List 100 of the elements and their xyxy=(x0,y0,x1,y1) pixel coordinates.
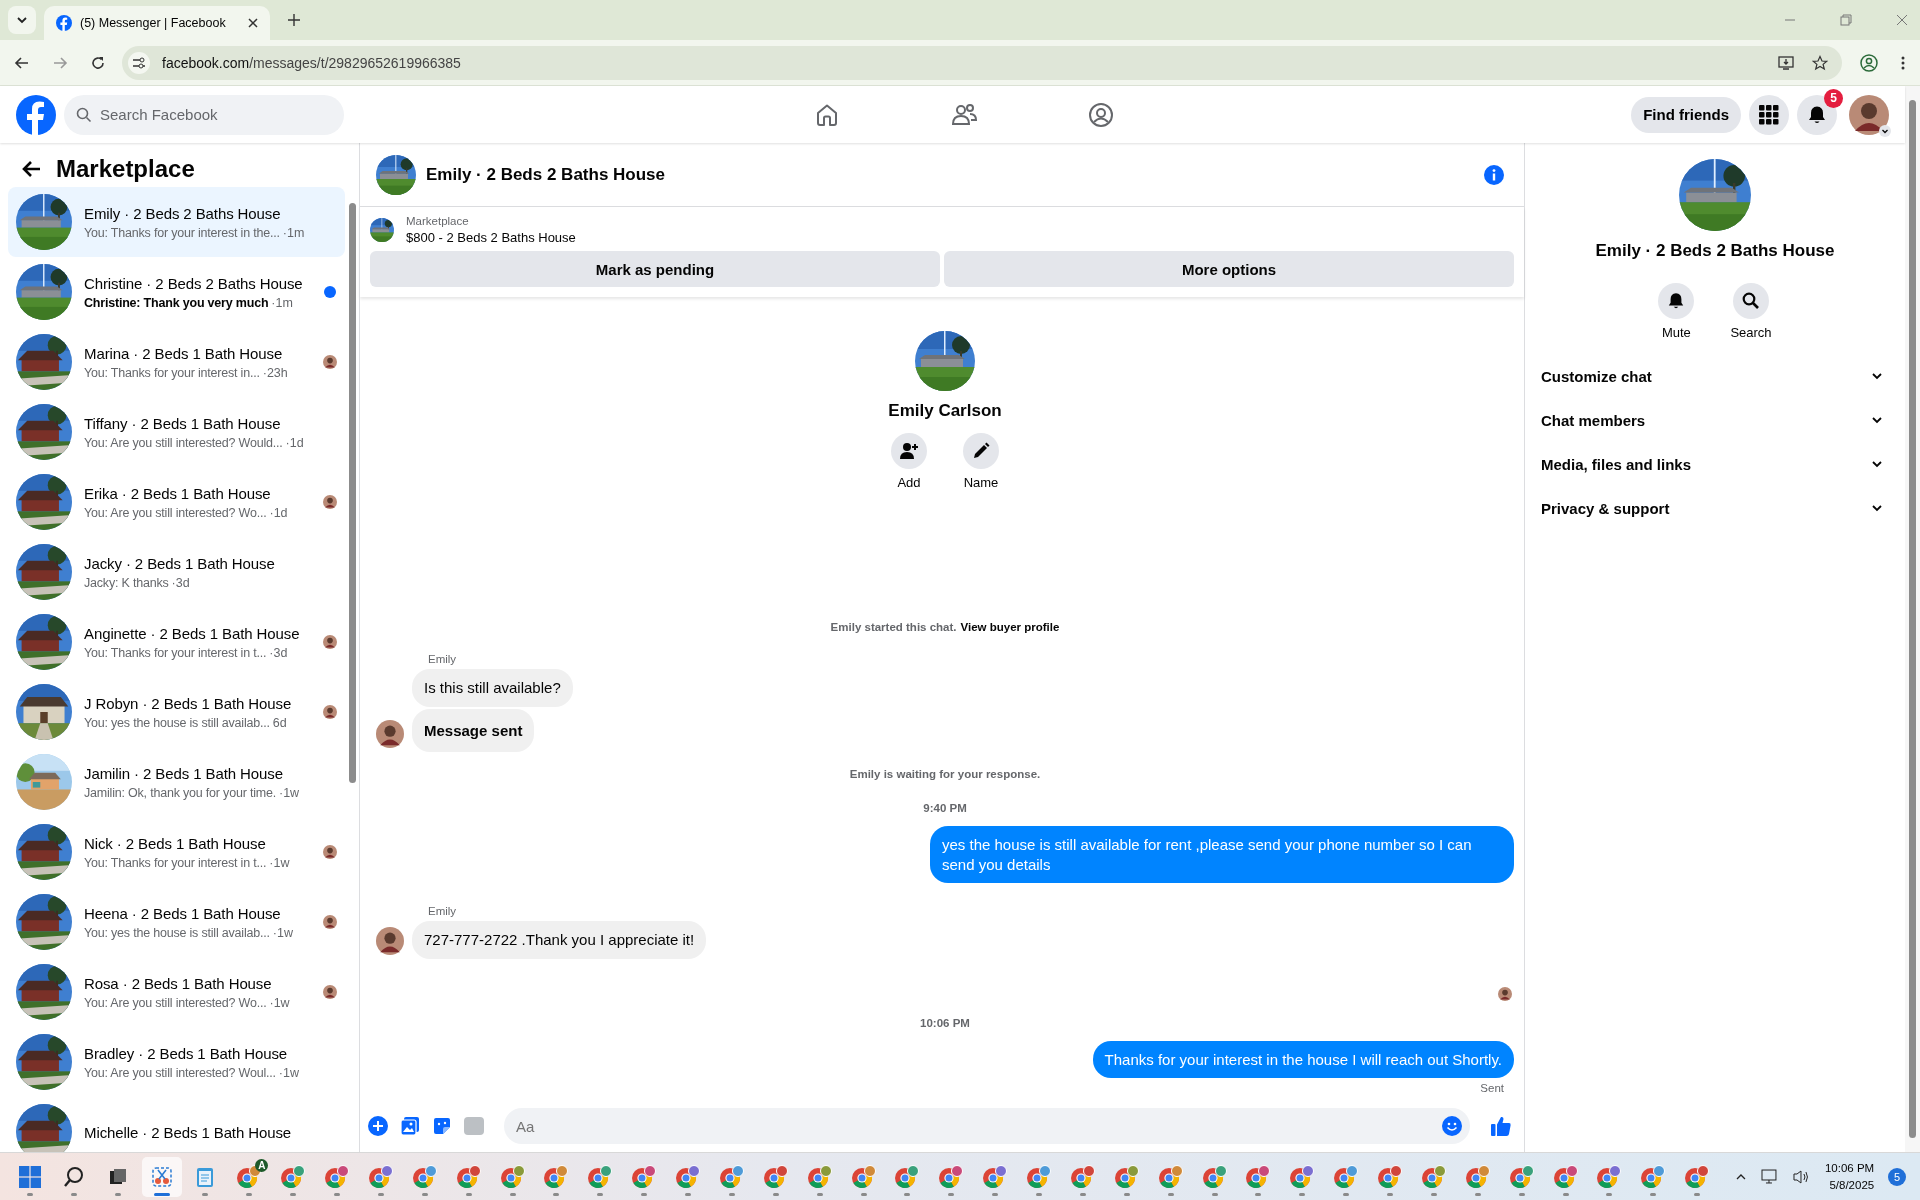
browser-icon xyxy=(1684,1164,1711,1189)
conversation-item[interactable]: Heena · 2 Beds 1 Bath House You: yes the house is still availab... ·1w xyxy=(8,887,345,957)
timestamp: ·1w xyxy=(279,785,300,800)
search-field[interactable]: Search Facebook xyxy=(64,94,344,135)
reload-icon[interactable] xyxy=(90,54,106,71)
thumbs-up-icon[interactable] xyxy=(1490,1115,1512,1137)
conversation-item[interactable]: Bradley · 2 Beds 1 Bath House You: Are you still interested? Woul... ·1w xyxy=(8,1027,345,1097)
grid-icon xyxy=(1759,104,1779,125)
notification-badge[interactable]: 5 xyxy=(1888,1167,1907,1186)
seen-avatar xyxy=(323,705,337,719)
forward-icon[interactable] xyxy=(52,54,68,71)
timestamp: ·1w xyxy=(272,925,293,940)
conversation-title: Christine · 2 Beds 2 Baths House xyxy=(84,274,304,292)
sticker-icon[interactable] xyxy=(432,1116,452,1136)
menu-button[interactable] xyxy=(1749,94,1789,135)
conversation-item[interactable]: Erika · 2 Beds 1 Bath House You: Are you still interested? Wo... ·1d xyxy=(8,467,345,537)
address-field[interactable]: facebook.com/messages/t/29829652619966385 xyxy=(122,45,1842,80)
browser-icon xyxy=(938,1164,965,1189)
timestamp: 6d xyxy=(272,715,287,730)
action-button[interactable]: Mark as pending xyxy=(370,251,940,287)
site-settings-icon[interactable] xyxy=(128,51,150,74)
message-bubble: 727-777-2722 .Thank you I appreciate it! xyxy=(412,921,707,959)
browser-tab[interactable]: (5) Messenger | Facebook xyxy=(44,6,270,40)
section-header[interactable]: Chat members xyxy=(1541,398,1889,442)
new-tab-icon[interactable] xyxy=(288,14,300,26)
chevron-down-icon[interactable] xyxy=(1879,124,1891,137)
browser-icon xyxy=(1245,1164,1272,1189)
profile-icon[interactable] xyxy=(1860,53,1878,72)
message-field[interactable]: Aa xyxy=(504,1108,1470,1144)
conversation-title: Bradley · 2 Beds 1 Bath House xyxy=(84,1044,289,1062)
conversation-item[interactable]: J Robyn · 2 Beds 1 Bath House You: yes the house is still availab... 6d xyxy=(8,677,345,747)
install-app-icon[interactable] xyxy=(1778,54,1794,71)
search-icon xyxy=(62,1165,85,1188)
browser-icon xyxy=(631,1164,658,1189)
taskbar-snipping-button[interactable] xyxy=(141,1156,182,1197)
menu-icon[interactable] xyxy=(1900,54,1906,71)
conversation-item[interactable]: Rosa · 2 Beds 1 Bath House You: Are you still interested? Wo... ·1w xyxy=(8,957,345,1027)
timestamp: ·1d xyxy=(285,435,304,450)
add-button[interactable] xyxy=(891,433,927,469)
browser-icon xyxy=(1508,1164,1535,1189)
clock-date: 5/8/2025 xyxy=(1829,1177,1875,1193)
message-preview: Jamilin: Ok, thank you for your time. xyxy=(84,785,276,800)
facebook-logo-icon xyxy=(56,15,72,31)
conversation-title: Anginette · 2 Beds 1 Bath House xyxy=(84,624,301,642)
restore-icon[interactable] xyxy=(1840,14,1852,26)
browser-icon xyxy=(675,1164,702,1189)
browser-icon xyxy=(587,1164,614,1189)
add-person-icon xyxy=(899,441,919,461)
seen-avatar xyxy=(323,635,337,649)
mute-button[interactable] xyxy=(1658,283,1695,319)
conversation-item[interactable]: Jamilin · 2 Beds 1 Bath House Jamilin: Ok, thank you for your time. ·1w xyxy=(8,747,345,817)
emoji-icon[interactable] xyxy=(1442,1116,1462,1136)
section-header[interactable]: Media, files and links xyxy=(1541,442,1889,486)
browser-icon xyxy=(1420,1164,1447,1189)
info-icon[interactable] xyxy=(1484,164,1504,185)
speaker-icon[interactable] xyxy=(1793,1168,1811,1185)
facebook-logo-icon[interactable] xyxy=(16,94,56,135)
message-preview: You: Thanks for your interest in t... xyxy=(84,855,267,870)
close-icon[interactable] xyxy=(248,18,258,28)
search-button[interactable] xyxy=(1733,283,1769,319)
image-icon[interactable] xyxy=(400,1116,420,1136)
message-time: 10:06 PM xyxy=(920,1016,970,1029)
section-header[interactable]: Privacy & support xyxy=(1541,486,1889,530)
conversation-item[interactable]: Nick · 2 Beds 1 Bath House You: Thanks for your interest in t... ·1w xyxy=(8,817,345,887)
taskbar-browser-button[interactable]: A xyxy=(229,1156,270,1197)
scrollbar[interactable] xyxy=(1905,86,1920,1152)
message-bubble: yes the house is still available for rent ,please send your phone number so I can send you details xyxy=(930,826,1514,883)
notifications-button[interactable] xyxy=(1797,94,1837,135)
browser-icon xyxy=(499,1164,526,1189)
conversation-item[interactable]: Anginette · 2 Beds 1 Bath House You: Thanks for your interest in t... ·3d xyxy=(8,607,345,677)
conversation-item[interactable]: Emily · 2 Beds 2 Baths House You: Thanks for your interest in the... ·1m xyxy=(8,187,345,257)
sender-name: Emily xyxy=(428,653,457,665)
conversation-item[interactable]: Christine · 2 Beds 2 Baths House Christine: Thank you very much ·1m xyxy=(8,257,345,327)
rename-button[interactable] xyxy=(963,433,999,469)
conversation-item[interactable]: Jacky · 2 Beds 1 Bath House Jacky: K thanks ·3d xyxy=(8,537,345,607)
back-icon[interactable] xyxy=(14,54,30,71)
section-header[interactable]: Customize chat xyxy=(1541,354,1889,398)
friends-icon[interactable] xyxy=(950,101,978,128)
star-icon[interactable] xyxy=(1812,54,1828,71)
action-button[interactable]: More options xyxy=(944,251,1514,287)
plus-icon[interactable] xyxy=(368,1116,388,1136)
back-icon[interactable] xyxy=(22,160,42,178)
conversation-title: Jacky · 2 Beds 1 Bath House xyxy=(84,554,276,572)
conversation-title: Heena · 2 Beds 1 Bath House xyxy=(84,904,282,922)
view-profile-link[interactable]: View buyer profile xyxy=(960,621,1060,633)
message-preview: You: yes the house is still availab... xyxy=(84,715,270,730)
browser-icon xyxy=(1069,1164,1096,1189)
conversation-item[interactable]: Marina · 2 Beds 1 Bath House You: Thanks for your interest in... ·23h xyxy=(8,327,345,397)
clock-time: 10:06 PM xyxy=(1824,1161,1875,1177)
tab-search-button[interactable] xyxy=(8,6,36,34)
timestamp: ·1m xyxy=(282,225,305,240)
listing-title[interactable]: $800 - 2 Beds 2 Baths House xyxy=(406,230,576,245)
timestamp: ·1m xyxy=(271,295,293,310)
network-icon[interactable] xyxy=(1761,1168,1780,1185)
find-friends-button[interactable]: Find friends xyxy=(1631,96,1741,133)
avatar xyxy=(376,720,404,748)
message-bubble: Message sent xyxy=(412,708,535,752)
browser-icon xyxy=(280,1164,307,1189)
profile-icon[interactable] xyxy=(1088,101,1114,128)
conversation-item[interactable]: Tiffany · 2 Beds 1 Bath House You: Are you still interested? Would... ·1d xyxy=(8,397,345,467)
